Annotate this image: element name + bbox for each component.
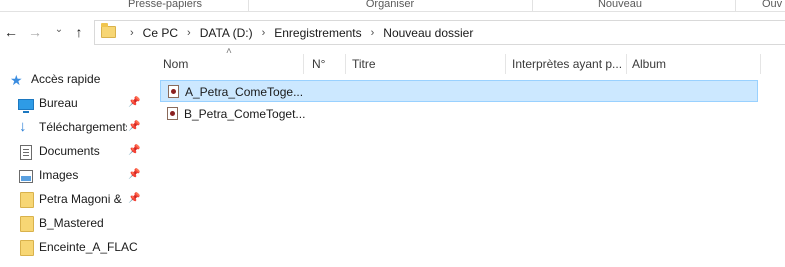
folder-icon xyxy=(101,23,116,38)
sidebar-item-bureau[interactable]: Bureau 📌 xyxy=(0,92,145,116)
file-row[interactable]: B_Petra_ComeToget... xyxy=(160,103,758,125)
audio-file-icon xyxy=(167,107,178,120)
documents-icon xyxy=(20,145,32,160)
chevron-down-icon: ⌄ xyxy=(54,24,64,35)
ribbon-group-new: Nouveau xyxy=(597,0,643,10)
column-header-title[interactable]: Titre xyxy=(348,52,505,76)
sidebar-item-enceinte-a-flac[interactable]: Enceinte_A_FLAC xyxy=(0,236,145,260)
column-header-artists[interactable]: Interprètes ayant p... xyxy=(508,52,626,76)
pin-icon[interactable]: 📌 xyxy=(128,121,140,132)
file-row[interactable]: A_Petra_ComeToge... xyxy=(160,80,758,102)
pictures-icon xyxy=(19,170,33,183)
up-button[interactable]: ↑ xyxy=(70,22,88,42)
column-resize-handle[interactable] xyxy=(345,54,346,74)
sidebar-item-label: B_Mastered xyxy=(39,216,104,230)
ribbon-separator xyxy=(532,0,533,12)
pin-icon[interactable]: 📌 xyxy=(128,193,140,204)
forward-button[interactable]: → xyxy=(26,22,44,42)
ribbon-group-clipboard: Presse-papiers xyxy=(128,0,202,10)
ribbon-separator xyxy=(735,0,736,12)
sidebar-item-b-mastered[interactable]: B_Mastered xyxy=(0,212,145,236)
folder-icon xyxy=(20,216,34,232)
column-resize-handle[interactable] xyxy=(303,54,304,74)
star-icon: ★ xyxy=(10,72,23,88)
pin-icon[interactable]: 📌 xyxy=(128,169,140,180)
download-icon: ↓ xyxy=(19,118,27,135)
breadcrumb-enregistrements[interactable]: Enregistrements xyxy=(274,26,361,40)
column-resize-handle[interactable] xyxy=(626,54,627,74)
column-header-album[interactable]: Album xyxy=(628,52,760,76)
breadcrumb-separator-icon[interactable]: › xyxy=(187,27,191,39)
ribbon-group-labels: Presse-papiers Organiser Nouveau Ouv xyxy=(0,0,785,12)
sidebar-item-quick-access[interactable]: ★ Accès rapide xyxy=(0,68,145,92)
column-resize-handle[interactable] xyxy=(505,54,506,74)
breadcrumb-data-drive[interactable]: DATA (D:) xyxy=(200,26,253,40)
ribbon-separator xyxy=(248,0,249,12)
recent-locations-button[interactable]: ⌄ xyxy=(50,20,68,40)
pin-icon[interactable]: 📌 xyxy=(128,97,140,108)
ribbon-group-organize: Organiser xyxy=(365,0,415,10)
pin-icon[interactable]: 📌 xyxy=(128,145,140,156)
sidebar-item-label: Petra Magoni & xyxy=(39,192,122,206)
breadcrumb: › Ce PC › DATA (D:) › Enregistrements › … xyxy=(121,21,473,44)
ribbon-group-open: Ouv xyxy=(762,0,783,10)
column-headers: ˄ Nom N° Titre Interprètes ayant p... Al… xyxy=(159,46,785,76)
forward-arrow-icon: → xyxy=(28,24,42,40)
column-header-name[interactable]: Nom xyxy=(159,52,303,76)
sidebar-item-petra-magoni[interactable]: Petra Magoni & 📌 xyxy=(0,188,145,212)
sidebar-item-telechargements[interactable]: ↓ Téléchargements 📌 xyxy=(0,116,145,140)
file-name: A_Petra_ComeToge... xyxy=(185,85,304,99)
breadcrumb-separator-icon[interactable]: › xyxy=(262,27,266,39)
column-resize-handle[interactable] xyxy=(760,54,761,74)
sidebar-item-images[interactable]: Images 📌 xyxy=(0,164,145,188)
navigation-bar: ← → ⌄ ↑ › Ce PC › DATA (D:) › Enregistre… xyxy=(0,12,785,52)
folder-icon xyxy=(20,240,34,256)
sidebar-item-label: Accès rapide xyxy=(31,72,101,86)
sidebar-item-label: Bureau xyxy=(39,96,78,110)
up-arrow-icon: ↑ xyxy=(75,24,83,40)
file-name: B_Petra_ComeToget... xyxy=(184,107,306,121)
folder-icon xyxy=(20,192,34,208)
breadcrumb-separator-icon[interactable]: › xyxy=(130,27,134,39)
desktop-icon xyxy=(18,99,34,113)
breadcrumb-separator-icon[interactable]: › xyxy=(371,27,375,39)
breadcrumb-this-pc[interactable]: Ce PC xyxy=(143,26,178,40)
address-bar[interactable]: › Ce PC › DATA (D:) › Enregistrements › … xyxy=(94,20,785,45)
sidebar-item-label: Images xyxy=(39,168,79,182)
sidebar-item-label: Téléchargements xyxy=(39,120,127,134)
column-header-number[interactable]: N° xyxy=(308,52,345,76)
audio-file-icon xyxy=(168,85,179,98)
sidebar-item-label: Documents xyxy=(39,144,100,158)
navigation-pane: ★ Accès rapide Bureau 📌 ↓ Téléchargement… xyxy=(0,64,145,267)
sidebar-item-documents[interactable]: Documents 📌 xyxy=(0,140,145,164)
back-arrow-icon: ← xyxy=(4,24,18,40)
breadcrumb-nouveau-dossier[interactable]: Nouveau dossier xyxy=(383,26,473,40)
back-button[interactable]: ← xyxy=(2,22,20,42)
sidebar-item-label: Enceinte_A_FLAC xyxy=(39,240,138,254)
